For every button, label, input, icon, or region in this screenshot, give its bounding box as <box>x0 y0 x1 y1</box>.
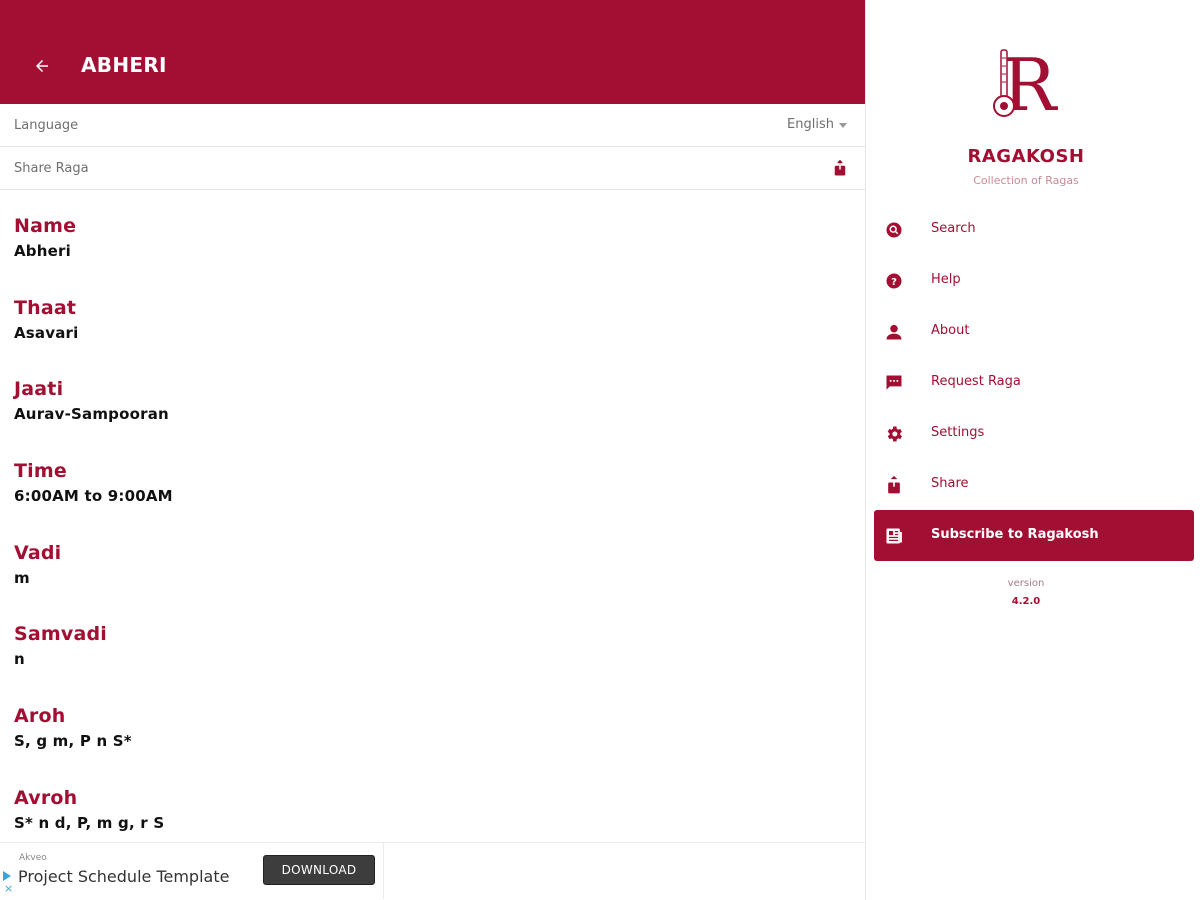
menu-label: About <box>931 323 970 338</box>
detail-label: Thaat <box>14 296 77 319</box>
menu-label: Search <box>931 221 976 236</box>
detail-name: Name Abheri <box>14 214 844 296</box>
detail-label: Vadi <box>14 541 62 564</box>
detail-value: S* n d, P, m g, r S <box>14 813 165 832</box>
newspaper-icon <box>886 528 902 544</box>
version-number: 4.2.0 <box>1011 596 1041 607</box>
drawer-menu: Search ? Help About Request Raga Setting… <box>874 204 1194 561</box>
navigation-drawer: R RAGAKOSH Collection of Ragas Search ? … <box>865 0 1200 900</box>
menu-label: Request Raga <box>931 374 1021 389</box>
message-icon <box>886 375 902 390</box>
ad-sponsor: Akveo <box>19 853 47 863</box>
menu-item-about[interactable]: About <box>874 306 1194 357</box>
svg-text:?: ? <box>891 277 897 288</box>
menu-label: Help <box>931 272 961 287</box>
raga-detail-screen: ABHERI Language English Share Raga Name … <box>0 0 865 900</box>
language-row: Language English <box>0 104 865 147</box>
menu-label: Subscribe to Ragakosh <box>931 527 1099 542</box>
detail-time: Time 6:00AM to 9:00AM <box>14 459 844 541</box>
app-subtitle: Collection of Ragas <box>973 174 1079 187</box>
person-icon <box>886 324 902 340</box>
share-raga-label: Share Raga <box>14 161 89 176</box>
ad-title[interactable]: Project Schedule Template <box>18 867 229 886</box>
detail-label: Samvadi <box>14 623 108 646</box>
detail-thaat: Thaat Asavari <box>14 296 844 378</box>
ad-banner: × Akveo Project Schedule Template DOWNLO… <box>0 842 865 900</box>
detail-value: n <box>14 650 25 669</box>
detail-label: Avroh <box>14 786 78 809</box>
chevron-down-icon <box>839 123 847 128</box>
detail-label: Name <box>14 215 77 237</box>
menu-item-settings[interactable]: Settings <box>874 408 1194 459</box>
close-icon[interactable]: × <box>4 883 13 895</box>
detail-value: 6:00AM to 9:00AM <box>14 487 173 506</box>
ad-choices-icon[interactable] <box>3 871 11 881</box>
arrow-left-icon <box>36 60 48 72</box>
detail-value: Aurav-Sampooran <box>14 405 169 424</box>
menu-item-request-raga[interactable]: Request Raga <box>874 357 1194 408</box>
detail-value: S, g m, P n S* <box>14 732 132 751</box>
detail-samvadi: Samvadi n <box>14 622 844 704</box>
detail-label: Time <box>14 460 67 483</box>
language-dropdown[interactable]: English <box>787 117 847 132</box>
menu-item-help[interactable]: ? Help <box>874 255 1194 306</box>
ad-content[interactable]: × Akveo Project Schedule Template DOWNLO… <box>0 843 384 899</box>
version-label: version <box>1007 578 1045 589</box>
detail-label: Aroh <box>14 705 66 728</box>
gear-icon <box>887 426 902 442</box>
detail-value: Abheri <box>14 242 71 260</box>
detail-jaati: Jaati Aurav-Sampooran <box>14 377 844 459</box>
back-button[interactable] <box>24 48 60 84</box>
app-name: RAGAKOSH <box>967 146 1085 167</box>
raga-details: Name Abheri Thaat Asavari Jaati Aurav-Sa… <box>14 214 844 868</box>
detail-vadi: Vadi m <box>14 541 844 623</box>
share-icon <box>888 475 900 494</box>
share-raga-row[interactable]: Share Raga <box>0 147 865 190</box>
help-icon: ? <box>886 273 902 289</box>
menu-item-search[interactable]: Search <box>874 204 1194 255</box>
search-icon <box>886 222 902 238</box>
page-title: ABHERI <box>81 53 167 77</box>
menu-item-share[interactable]: Share <box>874 459 1194 510</box>
language-label: Language <box>14 118 79 133</box>
menu-label: Share <box>931 476 969 491</box>
menu-item-subscribe[interactable]: Subscribe to Ragakosh <box>874 510 1194 561</box>
app-bar: ABHERI <box>0 0 865 104</box>
detail-label: Jaati <box>14 378 64 401</box>
menu-label: Settings <box>931 425 985 440</box>
detail-aroh: Aroh S, g m, P n S* <box>14 704 844 786</box>
share-icon[interactable] <box>831 159 849 177</box>
language-value: English <box>787 117 834 132</box>
detail-value: m <box>14 568 30 587</box>
detail-value: Asavari <box>14 323 79 342</box>
ragakosh-logo: R <box>993 44 1058 122</box>
ad-download-button[interactable]: DOWNLOAD <box>263 855 375 885</box>
